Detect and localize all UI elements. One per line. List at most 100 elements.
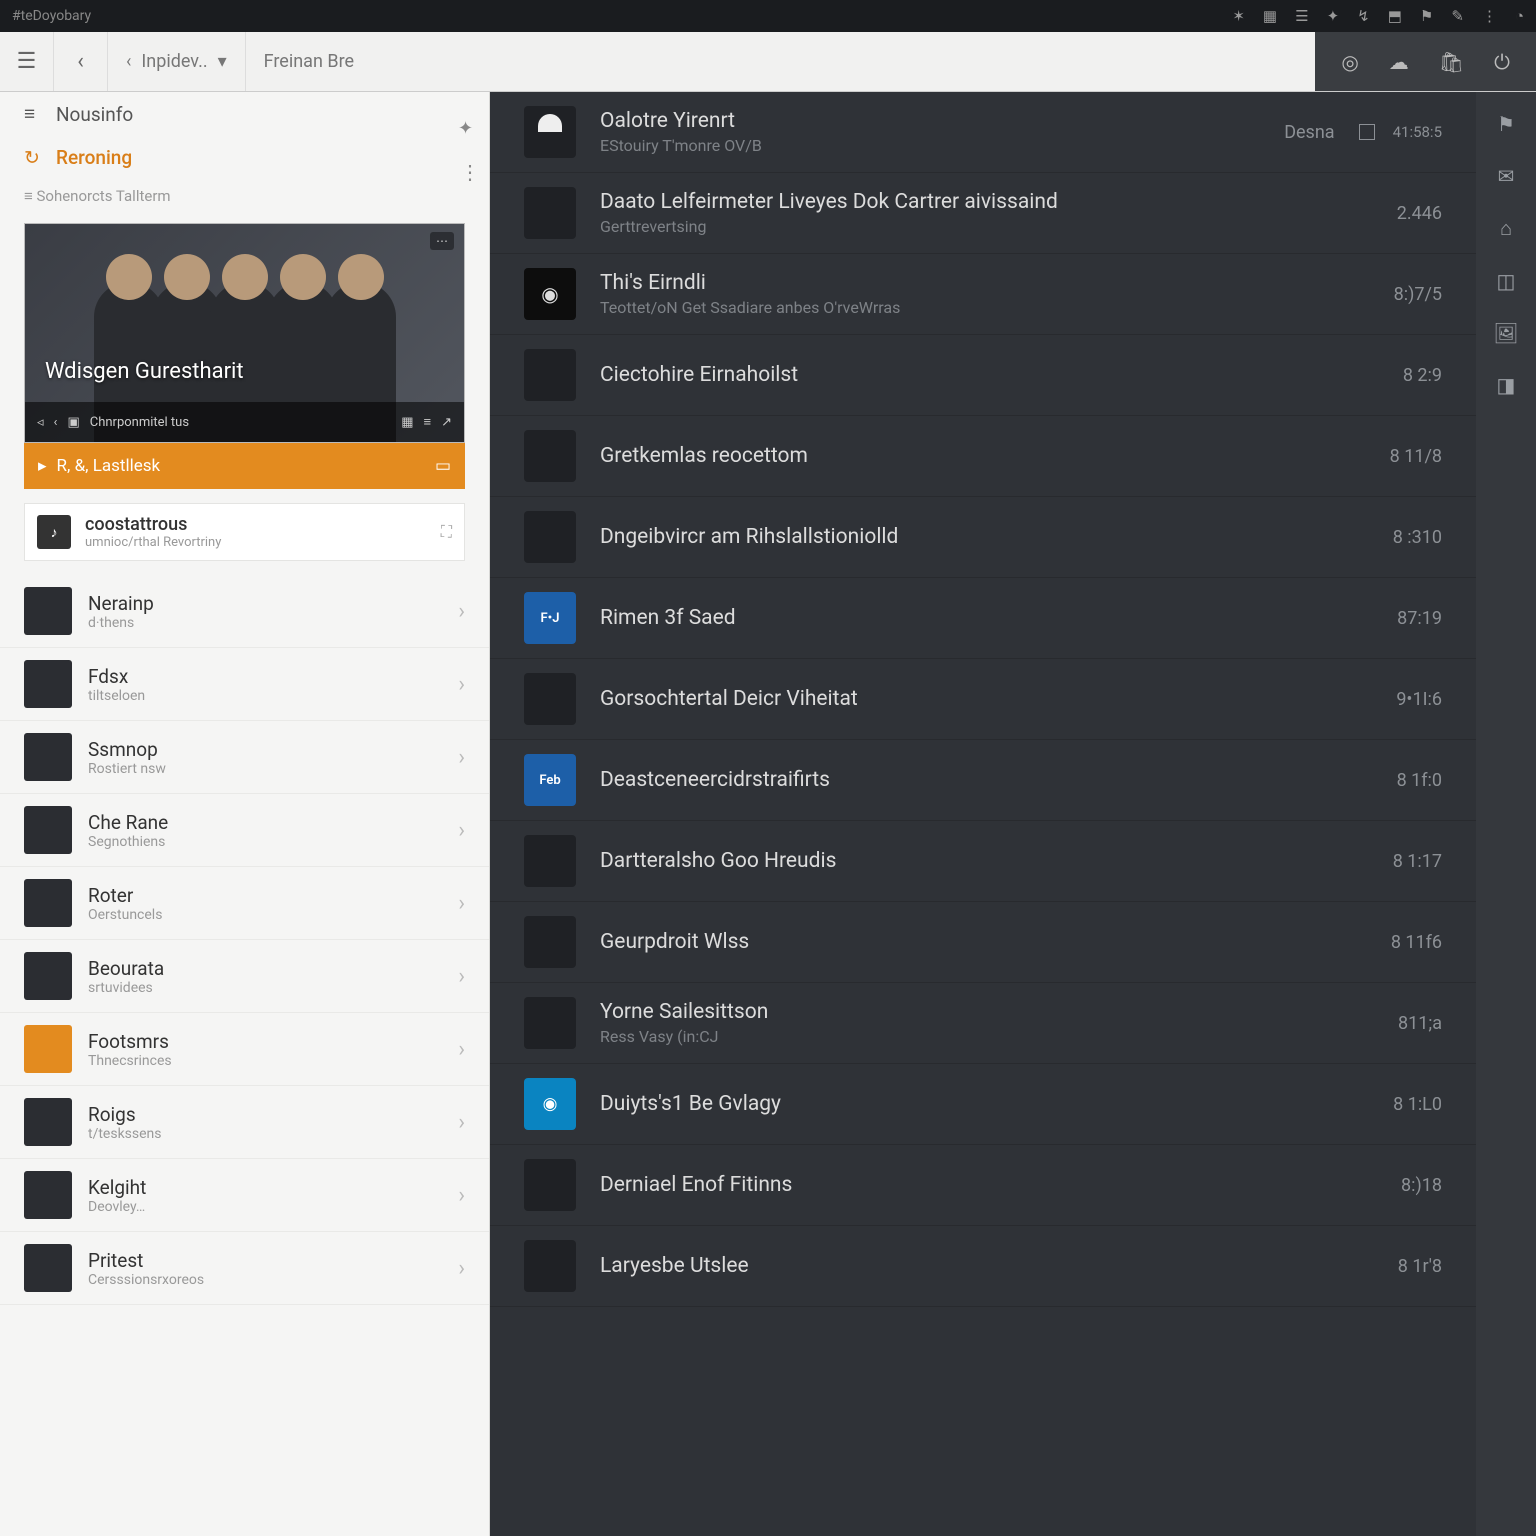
hamburger-menu-button[interactable]: ☰ bbox=[0, 32, 54, 91]
more-icon[interactable]: ⋮ bbox=[460, 160, 480, 184]
track-duration: 8 11f6 bbox=[1362, 932, 1442, 953]
item-subtitle: Deovley… bbox=[88, 1199, 146, 1215]
tray-icon[interactable]: ⚑ bbox=[1420, 7, 1433, 25]
track-row[interactable]: Daato Lelfeirmeter Liveyes Dok Cartrer a… bbox=[490, 173, 1476, 254]
item-thumb bbox=[24, 879, 72, 927]
sidebar-list-item[interactable]: Roigs t/teskssens › bbox=[0, 1086, 489, 1159]
chevron-right-icon: › bbox=[458, 891, 465, 916]
item-thumb bbox=[24, 587, 72, 635]
tray-icon[interactable]: ◔ bbox=[1515, 7, 1524, 25]
sidebar-list-item[interactable]: Pritest Cersssionsrxoreos › bbox=[0, 1232, 489, 1305]
flag-icon[interactable]: ⚑ bbox=[1497, 112, 1515, 136]
now-playing-hero[interactable]: ⋯ Wdisgen Gurestharit ◃ ‹ ▣ Chnrponmitel… bbox=[24, 223, 465, 443]
item-subtitle: Oerstuncels bbox=[88, 907, 162, 923]
breadcrumb-2[interactable]: Freinan Bre bbox=[246, 51, 372, 72]
queue-icon[interactable]: ▭ bbox=[435, 456, 451, 476]
item-thumb bbox=[24, 1098, 72, 1146]
track-duration: 8 1:L0 bbox=[1362, 1094, 1442, 1115]
breadcrumb-1[interactable]: ‹ Inpidev.. ▾ bbox=[108, 32, 246, 91]
hero-tag[interactable]: ⋯ bbox=[430, 232, 454, 250]
tray-icon[interactable]: ✎ bbox=[1451, 7, 1464, 25]
tray-icon[interactable]: ✶ bbox=[1232, 7, 1245, 25]
category-title: coostattrous bbox=[85, 514, 221, 535]
sidebar-list-item[interactable]: Kelgiht Deovley… › bbox=[0, 1159, 489, 1232]
sidebar-list-item[interactable]: Ssmnop Rostiert nsw › bbox=[0, 721, 489, 794]
item-title: Beourata bbox=[88, 957, 164, 980]
prev-icon[interactable]: ◃ bbox=[37, 415, 44, 430]
sidebar-list-item[interactable]: Beourata srtuvidees › bbox=[0, 940, 489, 1013]
track-row[interactable]: Dngeibvircr am Rihslallstioniolld 8 :310 bbox=[490, 497, 1476, 578]
menu-icon: ≡ bbox=[24, 102, 42, 126]
cloud-icon[interactable]: ☁ bbox=[1389, 50, 1409, 74]
item-subtitle: tiltseloen bbox=[88, 688, 145, 704]
track-row[interactable]: Gretkemlas reocettom 8 11/8 bbox=[490, 416, 1476, 497]
sidebar-list-item[interactable]: Che Rane Segnothiens › bbox=[0, 794, 489, 867]
send-icon[interactable]: ✉ bbox=[1498, 164, 1515, 188]
item-subtitle: t/teskssens bbox=[88, 1126, 162, 1142]
track-artwork: Feb bbox=[524, 754, 576, 806]
rewind-icon[interactable]: ‹ bbox=[54, 415, 58, 430]
track-duration: 8 1f:0 bbox=[1362, 770, 1442, 791]
picture-icon[interactable]: 🖼 bbox=[1493, 321, 1518, 345]
view-icon[interactable]: ◎ bbox=[1341, 50, 1358, 74]
list-icon[interactable]: ▦ bbox=[401, 415, 413, 430]
tray-icon[interactable]: ☰ bbox=[1295, 7, 1308, 25]
sidebar-list-item[interactable]: Roter Oerstuncels › bbox=[0, 867, 489, 940]
back-button[interactable]: ‹ bbox=[54, 32, 108, 91]
item-subtitle: Rostiert nsw bbox=[88, 761, 166, 777]
track-row[interactable]: F•J Rimen 3f Saed 87:19 bbox=[490, 578, 1476, 659]
track-row[interactable]: Geurpdroit Wlss 8 11f6 bbox=[490, 902, 1476, 983]
track-artwork bbox=[524, 916, 576, 968]
track-row[interactable]: Gorsochtertal Deicr Viheitat 9•1I:6 bbox=[490, 659, 1476, 740]
sidebar-list-item[interactable]: Nerainp d·thens › bbox=[0, 575, 489, 648]
track-duration: 8 1r'8 bbox=[1362, 1256, 1442, 1277]
video-icon[interactable]: ◫ bbox=[1497, 269, 1516, 293]
play-icon[interactable]: ▣ bbox=[67, 415, 79, 430]
chevron-right-icon: › bbox=[458, 1256, 465, 1281]
grid-icon[interactable]: ≡ bbox=[424, 414, 432, 430]
track-row[interactable]: Dartteralsho Goo Hreudis 8 1:17 bbox=[490, 821, 1476, 902]
tray-icon[interactable]: ✦ bbox=[1327, 7, 1340, 25]
add-icon[interactable]: ✦ bbox=[458, 118, 473, 139]
track-title: Dartteralsho Goo Hreudis bbox=[600, 849, 1338, 873]
maximize-icon[interactable]: ⛶ bbox=[441, 522, 452, 542]
tray-icon[interactable]: ↯ bbox=[1357, 7, 1370, 25]
track-row[interactable]: Derniael Enof Fitinns 8:)18 bbox=[490, 1145, 1476, 1226]
sidebar-section-label: ≡ Sohenorcts Tallterm bbox=[0, 179, 489, 213]
item-title: Footsmrs bbox=[88, 1030, 172, 1053]
share-icon[interactable]: ↗ bbox=[441, 415, 452, 430]
chat-icon[interactable]: ⌂ bbox=[1500, 216, 1512, 241]
sidebar-nav-item[interactable]: ↻Reroning bbox=[0, 136, 489, 179]
track-title: Oalotre Yirenrt bbox=[600, 109, 1231, 133]
track-title: Deastceneercidrstraifirts bbox=[600, 768, 1338, 792]
track-row[interactable]: Laryesbe Utslee 8 1r'8 bbox=[490, 1226, 1476, 1307]
shop-icon[interactable]: 🛍 bbox=[1439, 50, 1464, 74]
track-row[interactable]: Oalotre Yirenrt EStouiry T'monre OV/B De… bbox=[490, 92, 1476, 173]
bookmark-icon[interactable]: ◨ bbox=[1497, 373, 1516, 397]
sidebar-list-item[interactable]: Footsmrs Thnecsrinces › bbox=[0, 1013, 489, 1086]
tray-icon[interactable]: ⋮ bbox=[1482, 7, 1497, 25]
featured-banner[interactable]: ▸ R, &, Lastllesk ▭ bbox=[24, 443, 465, 489]
item-title: Che Rane bbox=[88, 811, 168, 834]
item-title: Roter bbox=[88, 884, 162, 907]
sidebar-list-item[interactable]: Fdsx tiltseloen › bbox=[0, 648, 489, 721]
track-title: Gretkemlas reocettom bbox=[600, 444, 1338, 468]
track-row[interactable]: Feb Deastceneercidrstraifirts 8 1f:0 bbox=[490, 740, 1476, 821]
track-duration: 8 2:9 bbox=[1362, 365, 1442, 386]
item-thumb bbox=[24, 806, 72, 854]
track-row[interactable]: ◉ Thi's Eirndli Teottet/oN Get Ssadiare … bbox=[490, 254, 1476, 335]
tray-icon[interactable]: ▦ bbox=[1263, 7, 1277, 25]
category-subtitle: umnioc/rthal Revortriny bbox=[85, 535, 221, 550]
track-artwork bbox=[524, 673, 576, 725]
track-row[interactable]: Ciectohire Eirnahoilst 8 2:9 bbox=[490, 335, 1476, 416]
item-subtitle: srtuvidees bbox=[88, 980, 164, 996]
track-title: Thi's Eirndli bbox=[600, 271, 1338, 295]
track-row[interactable]: Yorne Sailesittson Ress Vasy (in:CJ 811;… bbox=[490, 983, 1476, 1064]
item-thumb bbox=[24, 1171, 72, 1219]
track-artwork bbox=[524, 1240, 576, 1292]
track-row[interactable]: ◉ Duiyts's1 Be Gvlagy 8 1:L0 bbox=[490, 1064, 1476, 1145]
category-card[interactable]: ♪ coostattrous umnioc/rthal Revortriny ⛶ bbox=[24, 503, 465, 561]
sidebar-nav-item[interactable]: ≡Nousinfo bbox=[0, 92, 489, 136]
power-icon[interactable]: ⏻ bbox=[1494, 50, 1510, 74]
tray-icon[interactable]: ⬒ bbox=[1388, 7, 1402, 25]
